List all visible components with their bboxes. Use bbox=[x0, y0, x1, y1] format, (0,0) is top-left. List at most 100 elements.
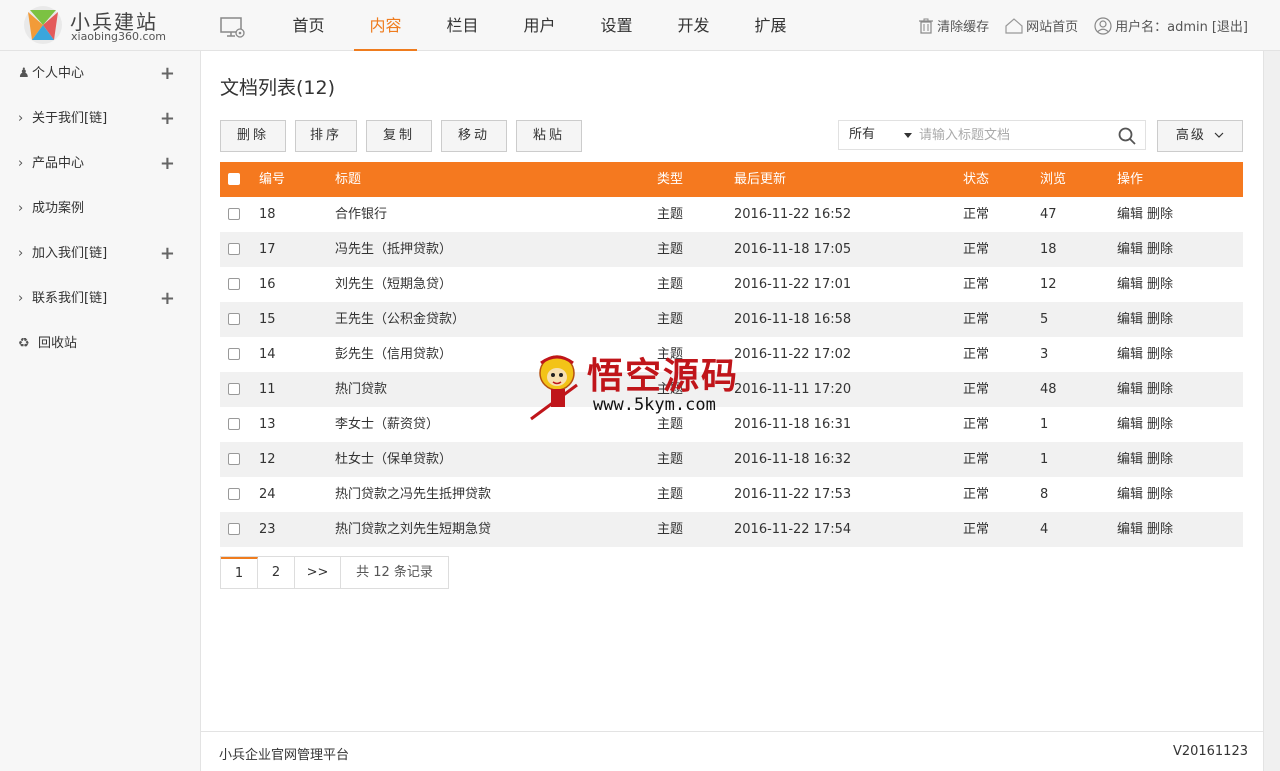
search-scope-select[interactable]: 所有 bbox=[839, 121, 916, 149]
col-id: 编号 bbox=[259, 172, 286, 187]
nav-develop[interactable]: 开发 bbox=[655, 0, 732, 51]
chevron-right-icon: › bbox=[18, 291, 24, 306]
chevron-right-icon: › bbox=[18, 156, 24, 171]
search-icon[interactable] bbox=[1117, 126, 1137, 146]
row-checkbox[interactable] bbox=[228, 348, 240, 360]
search-box: 所有 bbox=[838, 120, 1146, 150]
cell-status: 正常 bbox=[963, 417, 990, 432]
cell-title: 热门贷款 bbox=[335, 382, 388, 397]
edit-link[interactable]: 编辑 bbox=[1117, 242, 1143, 257]
row-checkbox[interactable] bbox=[228, 313, 240, 325]
sidebar-item-products[interactable]: › 产品中心 + bbox=[0, 141, 200, 186]
page-2[interactable]: 2 bbox=[258, 557, 295, 588]
copy-button[interactable]: 复制 bbox=[366, 120, 432, 152]
row-checkbox[interactable] bbox=[228, 243, 240, 255]
delete-link[interactable]: 删除 bbox=[1147, 312, 1173, 327]
sidebar-item-label: 产品中心 bbox=[32, 156, 85, 171]
cell-status: 正常 bbox=[963, 242, 990, 257]
delete-link[interactable]: 删除 bbox=[1147, 242, 1173, 257]
row-checkbox[interactable] bbox=[228, 278, 240, 290]
logout-link[interactable]: [退出] bbox=[1212, 16, 1248, 35]
expand-plus-icon[interactable]: + bbox=[160, 276, 175, 321]
edit-link[interactable]: 编辑 bbox=[1117, 312, 1143, 327]
cell-status: 正常 bbox=[963, 277, 990, 292]
row-checkbox[interactable] bbox=[228, 418, 240, 430]
move-button[interactable]: 移动 bbox=[441, 120, 507, 152]
watermark-title: 悟空源码 bbox=[587, 355, 740, 397]
sidebar-item-join[interactable]: › 加入我们[链] + bbox=[0, 231, 200, 276]
sidebar-item-about[interactable]: › 关于我们[链] + bbox=[0, 96, 200, 141]
nav-users[interactable]: 用户 bbox=[501, 0, 578, 51]
nav-content[interactable]: 内容 bbox=[347, 0, 424, 51]
select-all-checkbox[interactable] bbox=[228, 173, 240, 185]
site-home-label: 网站首页 bbox=[1026, 20, 1079, 35]
row-checkbox[interactable] bbox=[228, 488, 240, 500]
paste-button[interactable]: 粘贴 bbox=[516, 120, 582, 152]
expand-plus-icon[interactable]: + bbox=[160, 231, 175, 276]
home-icon bbox=[1005, 17, 1023, 34]
delete-link[interactable]: 删除 bbox=[1147, 522, 1173, 537]
sidebar-item-recycle[interactable]: ♻ 回收站 bbox=[0, 321, 200, 366]
pagination: 1 2 >> 共 12 条记录 bbox=[220, 556, 449, 589]
delete-link[interactable]: 删除 bbox=[1147, 382, 1173, 397]
username-label: 用户名：admin bbox=[1115, 20, 1208, 35]
cell-views: 4 bbox=[1040, 522, 1049, 537]
cell-views: 1 bbox=[1040, 417, 1049, 432]
search-scope-value: 所有 bbox=[849, 127, 876, 142]
nav-settings[interactable]: 设置 bbox=[578, 0, 655, 51]
nav-home[interactable]: 首页 bbox=[270, 0, 347, 51]
sidebar-item-cases[interactable]: › 成功案例 bbox=[0, 186, 200, 231]
delete-link[interactable]: 删除 bbox=[1147, 347, 1173, 362]
delete-link[interactable]: 删除 bbox=[1147, 207, 1173, 222]
cell-status: 正常 bbox=[963, 522, 990, 537]
edit-link[interactable]: 编辑 bbox=[1117, 522, 1143, 537]
row-checkbox[interactable] bbox=[228, 453, 240, 465]
cell-type: 主题 bbox=[657, 207, 684, 222]
delete-link[interactable]: 删除 bbox=[1147, 417, 1173, 432]
cell-actions: 编辑 删除 bbox=[1117, 267, 1177, 302]
row-checkbox[interactable] bbox=[228, 383, 240, 395]
row-checkbox[interactable] bbox=[228, 523, 240, 535]
page-1[interactable]: 1 bbox=[221, 557, 258, 588]
expand-plus-icon[interactable]: + bbox=[160, 96, 175, 141]
caret-down-icon bbox=[904, 133, 912, 138]
monitor-settings-icon[interactable] bbox=[220, 15, 246, 39]
sidebar-item-contact[interactable]: › 联系我们[链] + bbox=[0, 276, 200, 321]
site-home-link[interactable]: 网站首页 bbox=[1005, 16, 1078, 35]
logo[interactable]: 小兵建站 xiaobing360.com bbox=[22, 4, 172, 48]
cell-title: 热门贷款之冯先生抵押贷款 bbox=[335, 487, 492, 502]
delete-button[interactable]: 删除 bbox=[220, 120, 286, 152]
cell-views: 5 bbox=[1040, 312, 1049, 327]
nav-columns[interactable]: 栏目 bbox=[424, 0, 501, 51]
delete-link[interactable]: 删除 bbox=[1147, 452, 1173, 467]
cell-status: 正常 bbox=[963, 487, 990, 502]
col-status: 状态 bbox=[963, 172, 990, 187]
edit-link[interactable]: 编辑 bbox=[1117, 382, 1143, 397]
table-header: 编号 标题 类型 最后更新 状态 浏览 操作 bbox=[220, 162, 1243, 197]
edit-link[interactable]: 编辑 bbox=[1117, 347, 1143, 362]
sort-button[interactable]: 排序 bbox=[295, 120, 357, 152]
edit-link[interactable]: 编辑 bbox=[1117, 452, 1143, 467]
edit-link[interactable]: 编辑 bbox=[1117, 207, 1143, 222]
row-checkbox[interactable] bbox=[228, 208, 240, 220]
cell-updated: 2016-11-22 17:53 bbox=[734, 487, 852, 502]
edit-link[interactable]: 编辑 bbox=[1117, 277, 1143, 292]
edit-link[interactable]: 编辑 bbox=[1117, 417, 1143, 432]
sidebar-item-personal[interactable]: ♟ 个人中心 + bbox=[0, 51, 200, 96]
expand-plus-icon[interactable]: + bbox=[160, 141, 175, 186]
expand-plus-icon[interactable]: + bbox=[160, 51, 175, 96]
scrollbar[interactable] bbox=[1263, 51, 1280, 771]
total-records: 共 12 条记录 bbox=[356, 565, 433, 580]
cell-updated: 2016-11-18 16:58 bbox=[734, 312, 852, 327]
edit-link[interactable]: 编辑 bbox=[1117, 487, 1143, 502]
col-title: 标题 bbox=[335, 172, 362, 187]
user-icon: ♟ bbox=[18, 66, 30, 81]
clear-cache-link[interactable]: 清除缓存 bbox=[918, 16, 989, 35]
next-page-button[interactable]: >> bbox=[295, 557, 341, 588]
delete-link[interactable]: 删除 bbox=[1147, 487, 1173, 502]
advanced-search-button[interactable]: 高级 bbox=[1157, 120, 1243, 152]
delete-link[interactable]: 删除 bbox=[1147, 277, 1173, 292]
nav-extend[interactable]: 扩展 bbox=[732, 0, 809, 51]
cell-actions: 编辑 删除 bbox=[1117, 337, 1177, 372]
search-input[interactable] bbox=[919, 123, 1111, 147]
